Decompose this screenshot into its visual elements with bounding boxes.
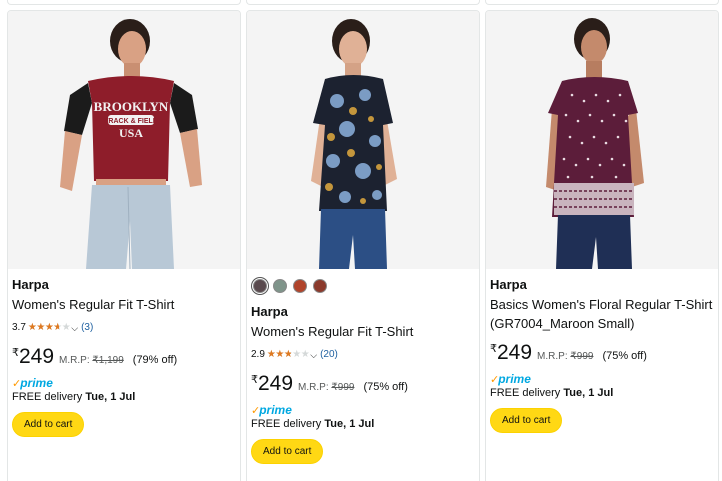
product-card[interactable]: Harpa Basics Women's Floral Regular T-Sh… [485, 10, 719, 481]
prime-label: prime [20, 376, 53, 390]
product-rating[interactable]: 2.9 ★★★★★★★★★★ ⌵ (20) [251, 348, 475, 362]
price-value: 249 [258, 372, 294, 395]
star-rating-icon: ★★★★★★★★★★ [27, 322, 71, 333]
prime-badge: ✓prime [251, 401, 475, 417]
delivery-info: FREE delivery Tue, 1 Jul [490, 386, 714, 400]
shirt-print-line1: BROOKLYN [94, 99, 169, 114]
previous-row-card-edge [485, 0, 719, 5]
rating-count-link[interactable]: (20) [320, 348, 338, 362]
price-value: 249 [19, 345, 55, 368]
price-block: ₹ 249 M.R.P: ₹999 (75% off) [490, 342, 714, 364]
product-card[interactable]: BROOKLYN TRACK & FIELD USA Harpa Women's… [7, 10, 241, 481]
color-swatch[interactable] [293, 279, 307, 293]
price-block: ₹ 249 M.R.P: ₹1,199 (79% off) [12, 346, 236, 368]
product-image[interactable]: BROOKLYN TRACK & FIELD USA [8, 11, 240, 269]
prime-label: prime [259, 403, 292, 417]
product-brand: Harpa [12, 277, 49, 292]
delivery-date: Tue, 1 Jul [324, 418, 375, 430]
delivery-text: FREE delivery [490, 387, 561, 399]
mrp-value: ₹999 [331, 382, 355, 393]
mrp-label: M.R.P: ₹999 [298, 382, 355, 393]
product-title-link[interactable]: Women's Regular Fit T-Shirt [251, 322, 475, 341]
product-image[interactable] [247, 11, 479, 269]
currency-symbol: ₹ [251, 374, 258, 386]
delivery-info: FREE delivery Tue, 1 Jul [12, 390, 236, 404]
color-swatch[interactable] [273, 279, 287, 293]
product-title-line2: (GR7004_Maroon Small) [490, 316, 635, 331]
currency-symbol: ₹ [490, 343, 497, 355]
rating-count-link[interactable]: (3) [81, 321, 93, 335]
floral-top-image [247, 11, 479, 269]
delivery-info: FREE delivery Tue, 1 Jul [251, 417, 475, 431]
product-brand: Harpa [490, 277, 527, 292]
price-block: ₹ 249 M.R.P: ₹999 (75% off) [251, 373, 475, 395]
product-image[interactable] [486, 11, 718, 269]
star-rating-icon: ★★★★★★★★★★ [266, 349, 310, 360]
delivery-date: Tue, 1 Jul [563, 387, 614, 399]
product-title-line1: Basics Women's Floral Regular T-Shirt [490, 297, 713, 312]
delivery-text: FREE delivery [251, 418, 322, 430]
discount-text: (75% off) [363, 381, 408, 393]
shirt-print-line3: USA [119, 126, 143, 140]
previous-row-card-edge [7, 0, 241, 5]
rating-value: 3.7 [12, 322, 26, 333]
maroon-brooklyn-tshirt-image: BROOKLYN TRACK & FIELD USA [8, 11, 240, 269]
delivery-date: Tue, 1 Jul [85, 391, 136, 403]
rating-value: 2.9 [251, 349, 265, 360]
product-brand: Harpa [251, 304, 288, 319]
product-title-link[interactable]: Women's Regular Fit T-Shirt [12, 295, 236, 314]
maroon-polka-top-image [486, 11, 718, 269]
mrp-value: ₹999 [570, 351, 594, 362]
prime-badge: ✓prime [12, 374, 236, 390]
product-title-link[interactable]: Basics Women's Floral Regular T-Shirt (G… [490, 295, 714, 333]
add-to-cart-button[interactable]: Add to cart [251, 439, 324, 464]
delivery-text: FREE delivery [12, 391, 83, 403]
color-swatches [253, 279, 327, 293]
color-swatch[interactable] [313, 279, 327, 293]
product-card[interactable]: Harpa Women's Regular Fit T-Shirt 2.9 ★★… [246, 10, 480, 481]
mrp-label: M.R.P: ₹1,199 [59, 355, 124, 366]
mrp-label: M.R.P: ₹999 [537, 351, 594, 362]
price-value: 249 [497, 341, 533, 364]
color-swatch[interactable] [253, 279, 267, 293]
discount-text: (75% off) [602, 350, 647, 362]
shirt-print-line2: TRACK & FIELD [104, 118, 158, 125]
add-to-cart-button[interactable]: Add to cart [490, 408, 563, 433]
add-to-cart-button[interactable]: Add to cart [12, 412, 85, 437]
currency-symbol: ₹ [12, 347, 19, 359]
mrp-value: ₹1,199 [92, 355, 124, 366]
chevron-down-icon[interactable]: ⌵ [71, 321, 78, 335]
chevron-down-icon[interactable]: ⌵ [310, 348, 317, 362]
previous-row-card-edge [246, 0, 480, 5]
prime-badge: ✓prime [490, 370, 714, 386]
prime-label: prime [498, 372, 531, 386]
product-rating[interactable]: 3.7 ★★★★★★★★★★ ⌵ (3) [12, 321, 236, 335]
discount-text: (79% off) [132, 354, 178, 366]
